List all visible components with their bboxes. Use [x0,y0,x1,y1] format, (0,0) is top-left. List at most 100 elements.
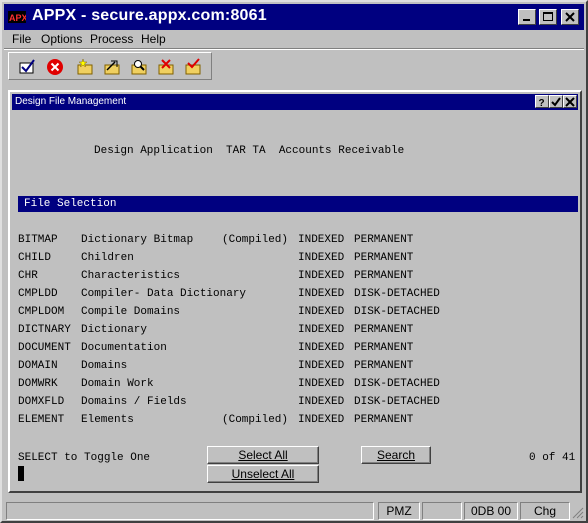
check-icon [551,96,561,107]
file-selection-header: File Selection [18,196,578,212]
file-type: PERMANENT [354,324,414,336]
file-flag: (Compiled) [222,234,289,246]
file-code: ELEMENT [18,414,65,426]
file-code: CHILD [18,252,52,264]
design-file-management-window: Design File Management ? Design Applicat… [8,90,582,493]
folder-check-icon [185,58,201,75]
select-all-button[interactable]: Select All [207,446,319,464]
add-toolbar-button[interactable] [75,57,95,77]
edit-folder-icon [104,60,120,75]
file-org: INDEXED [298,414,345,426]
file-flag: (Compiled) [222,414,289,426]
file-desc: Children [81,252,134,264]
unselect-all-button[interactable]: Unselect All [207,465,319,483]
application-heading: Design Application TAR TA Accounts Recei… [94,145,405,157]
file-desc: Domains [81,360,128,372]
appx-logo-icon: APX [8,11,26,23]
file-org: INDEXED [298,234,345,246]
file-code: CMPLDD [18,288,58,300]
file-org: INDEXED [298,342,345,354]
appx-window: APX APPX - secure.appx.com:8061 File Opt… [0,0,588,523]
file-org: INDEXED [298,360,345,372]
file-type: DISK-DETACHED [354,288,440,300]
window-title: APPX - secure.appx.com:8061 [32,7,267,24]
help-button[interactable]: ? [535,95,549,108]
file-code: DICTNARY [18,324,71,336]
file-desc: Domains / Fields [81,396,187,408]
file-desc: Characteristics [81,270,181,282]
file-desc: Elements [81,414,134,426]
file-type: PERMANENT [354,360,414,372]
file-code: CHR [18,270,38,282]
maximize-button[interactable] [539,9,557,25]
resize-grip-icon[interactable] [572,507,584,519]
cancel-toolbar-button[interactable] [45,57,65,77]
file-type: DISK-DETACHED [354,306,440,318]
status-message [6,502,374,520]
text-cursor[interactable] [18,466,24,481]
ok-button[interactable] [549,95,563,108]
minimize-button[interactable] [518,9,536,25]
file-type: PERMANENT [354,270,414,282]
file-code: DOMAIN [18,360,58,372]
file-org: INDEXED [298,270,345,282]
cancel-icon [47,59,63,75]
section-title: File Selection [24,198,117,210]
status-database: 0DB 00 [464,502,518,520]
file-org: INDEXED [298,288,345,300]
file-org: INDEXED [298,306,345,318]
file-desc: Compile Domains [81,306,181,318]
menu-process[interactable]: Process [90,32,133,46]
close-icon [565,12,575,22]
toggle-hint: SELECT to Toggle One [18,452,151,464]
toolbar [8,52,212,80]
file-type: DISK-DETACHED [354,378,440,390]
file-type: PERMANENT [354,342,414,354]
file-desc: Dictionary [81,324,148,336]
child-window-title: Design File Management [15,96,127,107]
find-folder-icon [131,60,147,75]
status-mode: Chg [520,502,570,520]
help-icon: ? [539,98,545,107]
child-title-bar[interactable]: Design File Management ? [12,94,578,110]
file-desc: Documentation [81,342,167,354]
post-toolbar-button[interactable] [183,57,203,77]
file-code: DOMXFLD [18,396,65,408]
file-desc: Compiler- Data Dictionary [81,288,247,300]
search-button[interactable]: Search [361,446,431,464]
menu-bar: File Options Process Help [4,30,584,48]
title-bar[interactable]: APX APPX - secure.appx.com:8061 [4,4,584,30]
file-type: PERMANENT [354,234,414,246]
svg-text:?: ? [539,98,545,107]
close-icon [565,96,575,107]
svg-text:APX: APX [9,13,26,23]
inquire-toolbar-button[interactable] [129,57,149,77]
check-icon [19,59,35,74]
file-type: DISK-DETACHED [354,396,440,408]
file-org: INDEXED [298,324,345,336]
menu-file[interactable]: File [12,32,31,46]
change-toolbar-button[interactable] [102,57,122,77]
menu-options[interactable]: Options [41,32,82,46]
close-button[interactable] [561,9,579,25]
file-code: CMPLDOM [18,306,65,318]
delete-folder-icon [158,59,174,75]
child-close-button[interactable] [563,95,577,108]
status-blank [422,502,462,520]
file-desc: Domain Work [81,378,154,390]
menu-help[interactable]: Help [141,32,166,46]
file-code: BITMAP [18,234,58,246]
status-pmz: PMZ [378,502,420,520]
delete-toolbar-button[interactable] [156,57,176,77]
minimize-icon [523,19,530,21]
file-org: INDEXED [298,396,345,408]
ok-toolbar-button[interactable] [17,57,37,77]
file-desc: Dictionary Bitmap [81,234,194,246]
file-code: DOMWRK [18,378,58,390]
file-type: PERMANENT [354,252,414,264]
menu-divider [4,48,584,50]
file-type: PERMANENT [354,414,414,426]
file-org: INDEXED [298,252,345,264]
new-folder-icon [77,58,93,75]
file-org: INDEXED [298,378,345,390]
